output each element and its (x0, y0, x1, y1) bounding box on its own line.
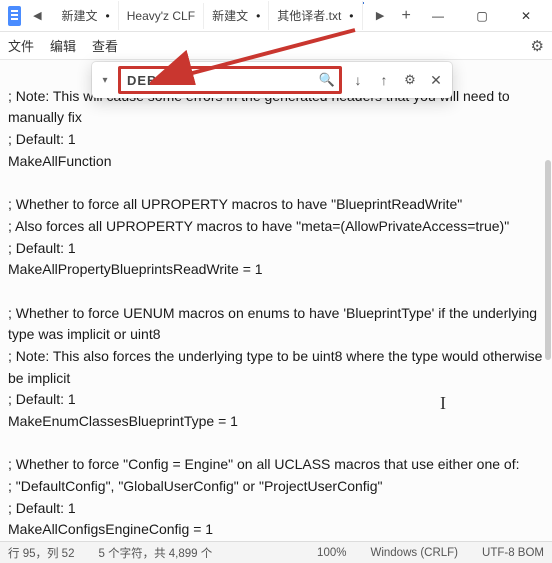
find-input[interactable] (127, 73, 333, 88)
find-next-button[interactable]: ↓ (348, 72, 368, 88)
line: MakeAllConfigsEngineConfig = 1 (8, 521, 213, 537)
menubar: 文件 编辑 查看 ⚙ (0, 32, 552, 60)
line: ; "DefaultConfig", "GlobalUserConfig" or… (8, 478, 383, 494)
window-controls: — ▢ ✕ (416, 0, 548, 32)
tab-label: 新建文 (62, 7, 98, 24)
find-bar: ▾ 🔍 ↓ ↑ ⚙ ✕ (92, 62, 452, 98)
tab-label: Heavy'z CLF (127, 9, 195, 23)
line: ; Also forces all UPROPERTY macros to ha… (8, 218, 509, 234)
status-encoding[interactable]: UTF-8 BOM (482, 547, 544, 559)
line: ; Whether to force all UPROPERTY macros … (8, 196, 462, 212)
chevron-down-icon[interactable]: ▾ (98, 75, 112, 86)
tab-1[interactable]: Heavy'z CLF (119, 3, 204, 29)
line: ; Whether to force UENUM macros on enums… (8, 305, 541, 343)
tab-3[interactable]: 其他译者.txt (269, 1, 362, 30)
tab-0[interactable]: 新建文 (54, 1, 119, 30)
statusbar: 行 95，列 52 5 个字符，共 4,899 个 100% Windows (… (0, 541, 552, 563)
status-zoom[interactable]: 100% (317, 547, 346, 559)
find-prev-button[interactable]: ↑ (374, 72, 394, 88)
tab-history-forward[interactable]: ▶ (372, 9, 388, 22)
editor-content[interactable]: ; Note: This will cause some errors in t… (0, 60, 552, 539)
line: ; Default: 1 (8, 240, 76, 256)
menu-edit[interactable]: 编辑 (50, 36, 76, 55)
text-cursor-ibeam: I (440, 390, 446, 418)
minimize-button[interactable]: — (416, 0, 460, 32)
search-icon[interactable]: 🔍 (319, 72, 335, 88)
titlebar: ◀ 新建文 Heavy'z CLF 新建文 其他译者.txt UE4SS ✕ ▶… (0, 0, 552, 32)
find-options-icon[interactable]: ⚙ (400, 72, 420, 88)
line: ; Default: 1 (8, 391, 76, 407)
new-tab-button[interactable]: + (396, 7, 416, 25)
gear-icon[interactable]: ⚙ (531, 37, 544, 55)
maximize-button[interactable]: ▢ (460, 0, 504, 32)
tab-strip: 新建文 Heavy'z CLF 新建文 其他译者.txt UE4SS ✕ (54, 1, 364, 30)
find-close-button[interactable]: ✕ (426, 72, 446, 89)
tab-history-back[interactable]: ◀ (29, 9, 45, 22)
tab-4-active[interactable]: UE4SS ✕ (363, 2, 364, 30)
status-eol[interactable]: Windows (CRLF) (370, 547, 458, 559)
line: ; Note: This also forces the underlying … (8, 348, 546, 386)
app-icon (8, 6, 21, 26)
line: MakeAllPropertyBlueprintsReadWrite = 1 (8, 261, 263, 277)
line: MakeAllFunction (8, 153, 112, 169)
tab-label: 新建文 (212, 7, 248, 24)
line: MakeEnumClassesBlueprintType = 1 (8, 413, 238, 429)
menu-file[interactable]: 文件 (8, 36, 34, 55)
status-cursor-pos[interactable]: 行 95，列 52 (8, 545, 74, 561)
close-window-button[interactable]: ✕ (504, 0, 548, 32)
tab-2[interactable]: 新建文 (204, 1, 269, 30)
line: ; Default: 1 (8, 131, 76, 147)
tab-label: 其他译者.txt (277, 7, 341, 24)
status-selection[interactable]: 5 个字符，共 4,899 个 (98, 545, 212, 561)
line: ; Default: 1 (8, 500, 76, 516)
find-input-wrapper: 🔍 (118, 66, 342, 94)
vertical-scrollbar[interactable] (545, 160, 551, 360)
menu-view[interactable]: 查看 (92, 36, 118, 55)
line: ; Whether to force "Config = Engine" on … (8, 456, 520, 472)
